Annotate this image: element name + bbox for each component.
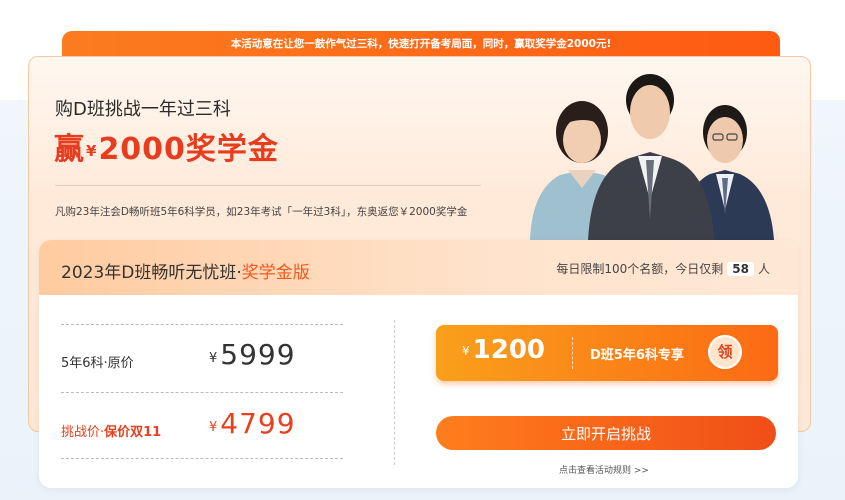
hero-subheadline: 购D班挑战一年过三科 [55,99,231,120]
daily-quota: 每日限制100个名额，今日仅剩 58 人 [556,260,770,277]
hero-headline-suffix: 2000奖学金 [98,132,279,167]
coupon-yen: ¥ [462,344,470,358]
challenge-price-yen: ¥ [209,420,219,435]
original-price: ¥5999 [209,338,296,371]
plan-title-main: 2023年D班畅听无忧班· [61,263,242,283]
vertical-divider [394,320,395,465]
quota-count-badge: 58 [727,262,754,276]
start-challenge-button[interactable]: 立即开启挑战 [436,416,776,450]
plan-title: 2023年D班畅听无忧班·奖学金版 [61,258,310,283]
coupon-description: D班5年6科专享 [590,348,684,363]
original-price-label: 5年6科·原价 [61,356,134,371]
price-divider-middle [61,392,343,393]
challenge-label-bold: 保价双11 [104,425,162,440]
quota-suffix: 人 [757,262,770,276]
claim-coupon-button[interactable]: 领 [708,335,742,369]
coupon-amount-value: 1200 [472,335,546,365]
coupon-card[interactable]: ¥1200 D班5年6科专享 领 [436,325,778,381]
coupon-amount: ¥1200 [462,335,545,365]
teachers-photo [530,74,774,240]
banner-text-part1: 本活动意在让您一鼓作气过三科，快速打开备考局面， [230,38,483,50]
top-notice-banner: 本活动意在让您一鼓作气过三科，快速打开备考局面，同时，赢取奖学金2000元! [62,31,780,58]
price-divider-bottom [61,458,343,459]
challenge-label-prefix: 挑战价· [61,425,105,440]
hero-divider [55,185,481,186]
plan-card-header: 2023年D班畅听无忧班·奖学金版 每日限制100个名额，今日仅剩 58 人 [39,240,798,295]
hero-headline-yen: ¥ [86,142,98,160]
activity-rules-link[interactable]: 点击查看活动规则 >> [559,463,649,476]
quota-prefix: 每日限制100个名额，今日仅剩 [556,262,724,276]
challenge-price-value: 4799 [220,407,296,440]
plan-title-accent: 奖学金版 [241,263,310,283]
coupon-separator [572,337,573,369]
banner-text-part2: 同时，赢取奖学金2000元! [482,38,612,50]
price-divider-top [61,324,343,325]
original-price-yen: ¥ [209,351,219,366]
plan-card: 2023年D班畅听无忧班·奖学金版 每日限制100个名额，今日仅剩 58 人 5年6… [39,240,798,488]
teacher-center [588,74,714,240]
challenge-price: ¥4799 [209,407,296,440]
original-price-value: 5999 [220,338,296,371]
challenge-price-label: 挑战价·保价双11 [61,421,161,440]
hero-headline-prefix: 赢 [54,132,85,167]
hero-description: 凡购23年注会D畅听班5年6科学员，如23年考试「一年过3科」，东奥返您￥200… [55,206,468,218]
hero-headline: 赢¥2000奖学金 [54,124,279,168]
